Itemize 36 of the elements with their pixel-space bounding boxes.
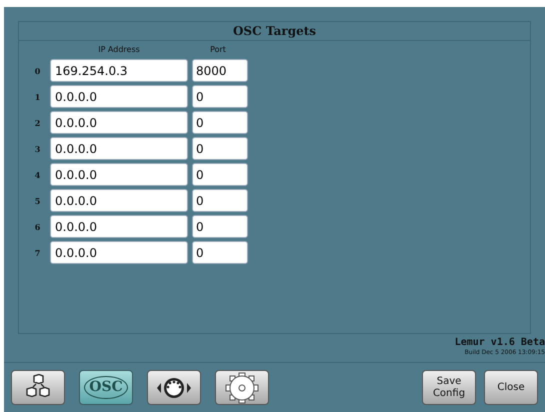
ip-address-field[interactable]: 0.0.0.0 [50, 189, 188, 212]
port-field[interactable]: 0 [192, 241, 248, 264]
port-field[interactable]: 0 [192, 85, 248, 108]
objects-tab[interactable] [11, 370, 65, 405]
ip-address-field[interactable]: 0.0.0.0 [50, 241, 188, 264]
column-header: IP Address [97, 44, 141, 56]
row-index: 4 [34, 168, 42, 180]
row-index: 2 [34, 116, 42, 128]
port-field[interactable]: 0 [192, 215, 248, 238]
ip-address-field[interactable]: 0.0.0.0 [50, 137, 188, 160]
row-index: 3 [34, 142, 42, 154]
column-header: Port [209, 44, 227, 56]
port-field[interactable]: 8000 [192, 59, 248, 82]
port-field[interactable]: 0 [192, 163, 248, 186]
panel-title: OSC Targets [19, 22, 530, 41]
ip-address-field[interactable]: 169.254.0.3 [50, 59, 188, 82]
row-index: 7 [34, 246, 42, 258]
ip-address-field[interactable]: 0.0.0.0 [50, 85, 188, 108]
close-button[interactable]: Close [484, 370, 538, 405]
midi-connector-icon [156, 376, 192, 400]
midi-tab[interactable] [147, 370, 201, 405]
row-index: 6 [34, 220, 42, 232]
row-index: 0 [34, 64, 42, 76]
port-field[interactable]: 0 [192, 189, 248, 212]
gear-icon [225, 372, 259, 404]
row-index: 1 [34, 90, 42, 102]
version-label: Lemur v1.6 Beta [454, 338, 545, 348]
ip-address-field[interactable]: 0.0.0.0 [50, 163, 188, 186]
port-field[interactable]: 0 [192, 111, 248, 134]
row-index: 5 [34, 194, 42, 206]
ip-address-field[interactable]: 0.0.0.0 [50, 111, 188, 134]
osc-tab[interactable]: OSC [79, 370, 133, 405]
ip-address-field[interactable]: 0.0.0.0 [50, 215, 188, 238]
save-config-button[interactable]: Save Config [422, 370, 476, 405]
port-field[interactable]: 0 [192, 137, 248, 160]
settings-tab[interactable] [215, 370, 269, 405]
